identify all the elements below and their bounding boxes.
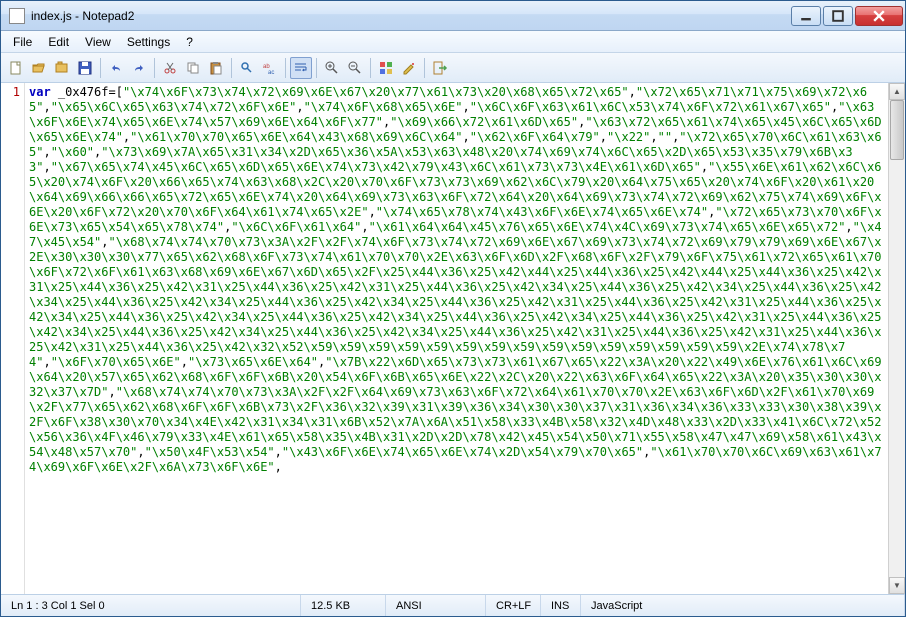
undo-button[interactable] (105, 57, 127, 79)
toolbar: abac (1, 53, 905, 83)
status-position: Ln 1 : 3 Col 1 Sel 0 (1, 595, 301, 616)
menubar: File Edit View Settings ? (1, 31, 905, 53)
code-area[interactable]: var _0x476f=["\x74\x6F\x73\x74\x72\x69\x… (25, 83, 888, 594)
vertical-scrollbar[interactable]: ▲ ▼ (888, 83, 905, 594)
app-icon (9, 8, 25, 24)
save-button[interactable] (74, 57, 96, 79)
editor[interactable]: 1 var _0x476f=["\x74\x6F\x73\x74\x72\x69… (1, 83, 905, 594)
close-button[interactable] (855, 6, 903, 26)
minimize-button[interactable] (791, 6, 821, 26)
replace-button[interactable]: abac (259, 57, 281, 79)
menu-help[interactable]: ? (178, 33, 201, 51)
open-button[interactable] (28, 57, 50, 79)
window-title: index.js - Notepad2 (31, 9, 791, 23)
new-button[interactable] (5, 57, 27, 79)
titlebar: index.js - Notepad2 (1, 1, 905, 31)
status-size: 12.5 KB (301, 595, 386, 616)
status-lang: JavaScript (581, 595, 905, 616)
copy-button[interactable] (182, 57, 204, 79)
exit-button[interactable] (429, 57, 451, 79)
find-button[interactable] (236, 57, 258, 79)
maximize-button[interactable] (823, 6, 853, 26)
browse-button[interactable] (51, 57, 73, 79)
redo-button[interactable] (128, 57, 150, 79)
wordwrap-button[interactable] (290, 57, 312, 79)
scroll-thumb[interactable] (890, 100, 904, 160)
scroll-down-button[interactable]: ▼ (889, 577, 905, 594)
cut-button[interactable] (159, 57, 181, 79)
zoomin-button[interactable] (321, 57, 343, 79)
paste-button[interactable] (205, 57, 227, 79)
customize-button[interactable] (398, 57, 420, 79)
svg-text:ac: ac (268, 70, 274, 76)
status-eol: CR+LF (486, 595, 541, 616)
menu-edit[interactable]: Edit (40, 33, 77, 51)
menu-settings[interactable]: Settings (119, 33, 178, 51)
status-ins: INS (541, 595, 581, 616)
menu-file[interactable]: File (5, 33, 40, 51)
statusbar: Ln 1 : 3 Col 1 Sel 0 12.5 KB ANSI CR+LF … (1, 594, 905, 616)
scheme-button[interactable] (375, 57, 397, 79)
zoomout-button[interactable] (344, 57, 366, 79)
menu-view[interactable]: View (77, 33, 119, 51)
status-encoding: ANSI (386, 595, 486, 616)
line-gutter: 1 (1, 83, 25, 594)
scroll-up-button[interactable]: ▲ (889, 83, 905, 100)
